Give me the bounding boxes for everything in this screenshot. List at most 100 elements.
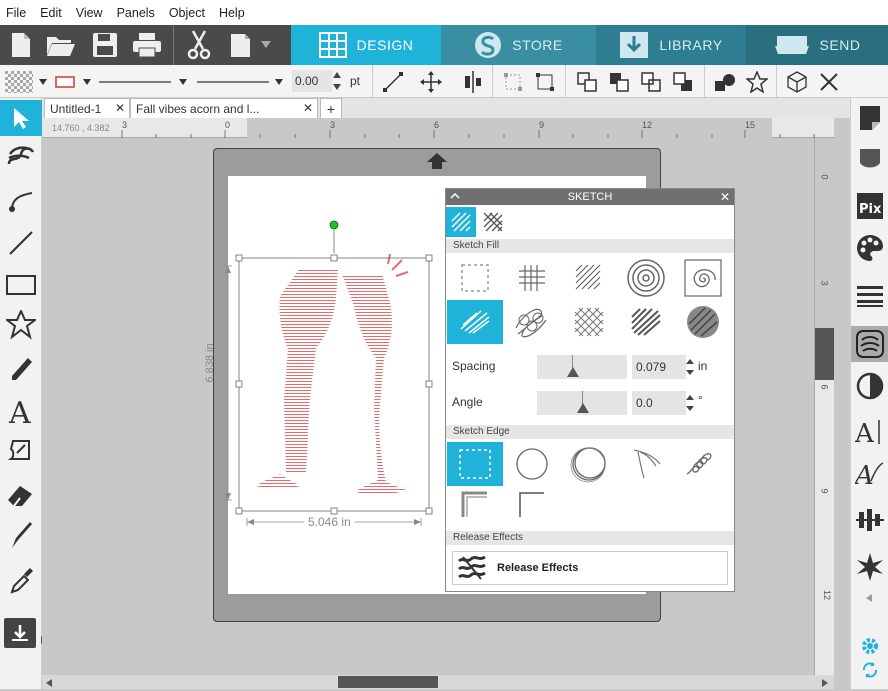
menu-view[interactable]: View xyxy=(76,6,103,20)
text-effects-icon[interactable]: A xyxy=(854,458,886,490)
bring-forward-icon[interactable] xyxy=(606,69,632,95)
horizontal-scroll-thumb[interactable] xyxy=(338,676,438,688)
contrast-icon[interactable] xyxy=(854,370,886,402)
edge-rough-option[interactable] xyxy=(561,442,617,486)
spacing-stepper[interactable] xyxy=(686,358,694,379)
send-backward-icon[interactable] xyxy=(638,69,664,95)
pixscan-icon[interactable]: Pix xyxy=(854,190,886,222)
3d-box-icon[interactable] xyxy=(784,69,810,95)
knife-icon[interactable] xyxy=(4,518,38,552)
line-style-dropdown[interactable] xyxy=(176,69,190,95)
line-width-stepper[interactable] xyxy=(333,71,341,91)
text-tool-icon[interactable]: A xyxy=(4,394,38,428)
horizontal-scrollbar[interactable] xyxy=(42,675,834,689)
close-tab-icon[interactable]: ✕ xyxy=(115,101,125,115)
fill-none-option[interactable] xyxy=(447,256,503,300)
line-weight-dropdown[interactable] xyxy=(272,69,286,95)
fill-spiral-option[interactable] xyxy=(675,256,731,300)
fill-scratch-option[interactable] xyxy=(675,300,731,344)
collapse-arrow-icon[interactable] xyxy=(865,592,873,606)
text-path-icon[interactable] xyxy=(4,434,38,468)
save-icon[interactable] xyxy=(89,29,121,61)
line-color-dropdown[interactable] xyxy=(80,69,94,95)
paste-options-dropdown[interactable] xyxy=(256,29,276,61)
fill-diagonal-option[interactable] xyxy=(561,256,617,300)
sketch-mode-tab[interactable] xyxy=(446,207,476,237)
fill-dropdown[interactable] xyxy=(36,69,50,95)
spacing-input[interactable]: 0.079 xyxy=(632,355,686,379)
page-setup-icon[interactable] xyxy=(854,102,886,134)
angle-input[interactable]: 0.0 xyxy=(632,391,686,415)
edit-points-icon[interactable] xyxy=(4,140,38,174)
edge-shadow-option[interactable] xyxy=(447,483,503,527)
select-tool-icon[interactable] xyxy=(0,100,42,136)
spacing-slider-thumb[interactable] xyxy=(567,367,579,377)
fill-scribble-option[interactable] xyxy=(447,300,503,344)
library-download-icon[interactable] xyxy=(4,618,36,648)
line-color-swatch[interactable] xyxy=(54,69,76,95)
group-icon[interactable] xyxy=(500,69,526,95)
doc-tab-fall-vibes[interactable]: Fall vibes acorn and l... ✕ xyxy=(130,98,318,118)
line-weight-select[interactable] xyxy=(196,69,270,95)
tab-library[interactable]: LIBRARY xyxy=(596,25,746,65)
close-x-icon[interactable] xyxy=(816,69,842,95)
new-tab-button[interactable]: + xyxy=(320,98,342,118)
spacing-slider[interactable] xyxy=(537,355,627,379)
fill-bucket-icon[interactable] xyxy=(854,142,886,174)
shapes-icon[interactable] xyxy=(712,69,738,95)
palette-icon[interactable] xyxy=(854,232,886,264)
tab-design[interactable]: DESIGN xyxy=(291,25,441,65)
fill-loops-option[interactable] xyxy=(504,300,560,344)
rotate-handle[interactable] xyxy=(329,220,339,230)
fill-grid-option[interactable] xyxy=(504,256,560,300)
angle-stepper[interactable] xyxy=(686,394,694,415)
edge-single-option[interactable] xyxy=(504,442,560,486)
eraser-icon[interactable] xyxy=(4,478,38,512)
ungroup-icon[interactable] xyxy=(532,69,558,95)
edge-whisker-option[interactable] xyxy=(618,442,674,486)
menu-object[interactable]: Object xyxy=(169,6,205,20)
new-document-icon[interactable] xyxy=(5,29,37,61)
menu-edit[interactable]: Edit xyxy=(40,6,62,20)
rectangle-icon[interactable] xyxy=(4,268,38,302)
replicate-icon[interactable] xyxy=(854,550,886,582)
fill-concentric-option[interactable] xyxy=(618,256,674,300)
sync-icon[interactable] xyxy=(860,660,880,683)
move-icon[interactable] xyxy=(418,69,444,95)
pencil-icon[interactable] xyxy=(4,350,38,384)
line-tool-icon[interactable] xyxy=(380,69,406,95)
bring-to-front-icon[interactable] xyxy=(574,69,600,95)
align-icon[interactable] xyxy=(460,69,486,95)
line-draw-icon[interactable] xyxy=(4,226,38,260)
tab-store[interactable]: STORE xyxy=(441,25,596,65)
menu-panels[interactable]: Panels xyxy=(117,6,155,20)
star-icon[interactable] xyxy=(744,69,770,95)
cut-icon[interactable] xyxy=(183,29,215,61)
fill-dense-scribble-option[interactable] xyxy=(618,300,674,344)
angle-slider-thumb[interactable] xyxy=(577,403,589,413)
hatch-mode-tab[interactable] xyxy=(478,207,508,237)
edge-none-option[interactable] xyxy=(447,442,503,486)
text-style-icon[interactable]: A xyxy=(854,416,886,448)
curve-icon[interactable] xyxy=(4,184,38,218)
fill-crosshatch-option[interactable] xyxy=(561,300,617,344)
line-style-select[interactable] xyxy=(98,69,172,95)
doc-tab-untitled[interactable]: Untitled-1 ✕ xyxy=(44,98,130,118)
menu-help[interactable]: Help xyxy=(219,6,245,20)
angle-slider[interactable] xyxy=(537,391,627,415)
open-folder-icon[interactable] xyxy=(45,29,77,61)
tab-send[interactable]: SEND xyxy=(746,25,888,65)
paste-icon[interactable] xyxy=(225,29,257,61)
line-width-input[interactable]: 0.00 xyxy=(292,70,332,92)
settings-gear-icon[interactable] xyxy=(860,636,880,659)
edge-coil-option[interactable] xyxy=(675,442,731,486)
release-effects-button[interactable]: Release Effects xyxy=(452,551,728,585)
sketch-panel-icon[interactable] xyxy=(851,326,888,362)
menu-file[interactable]: File xyxy=(6,6,26,20)
polygon-star-icon[interactable] xyxy=(4,308,38,342)
close-tab-icon[interactable]: ✕ xyxy=(303,101,313,115)
eyedropper-icon[interactable] xyxy=(4,562,38,596)
align-panel-icon[interactable] xyxy=(854,504,886,536)
fill-pattern-swatch[interactable] xyxy=(4,69,34,95)
line-style-panel-icon[interactable] xyxy=(854,280,886,312)
